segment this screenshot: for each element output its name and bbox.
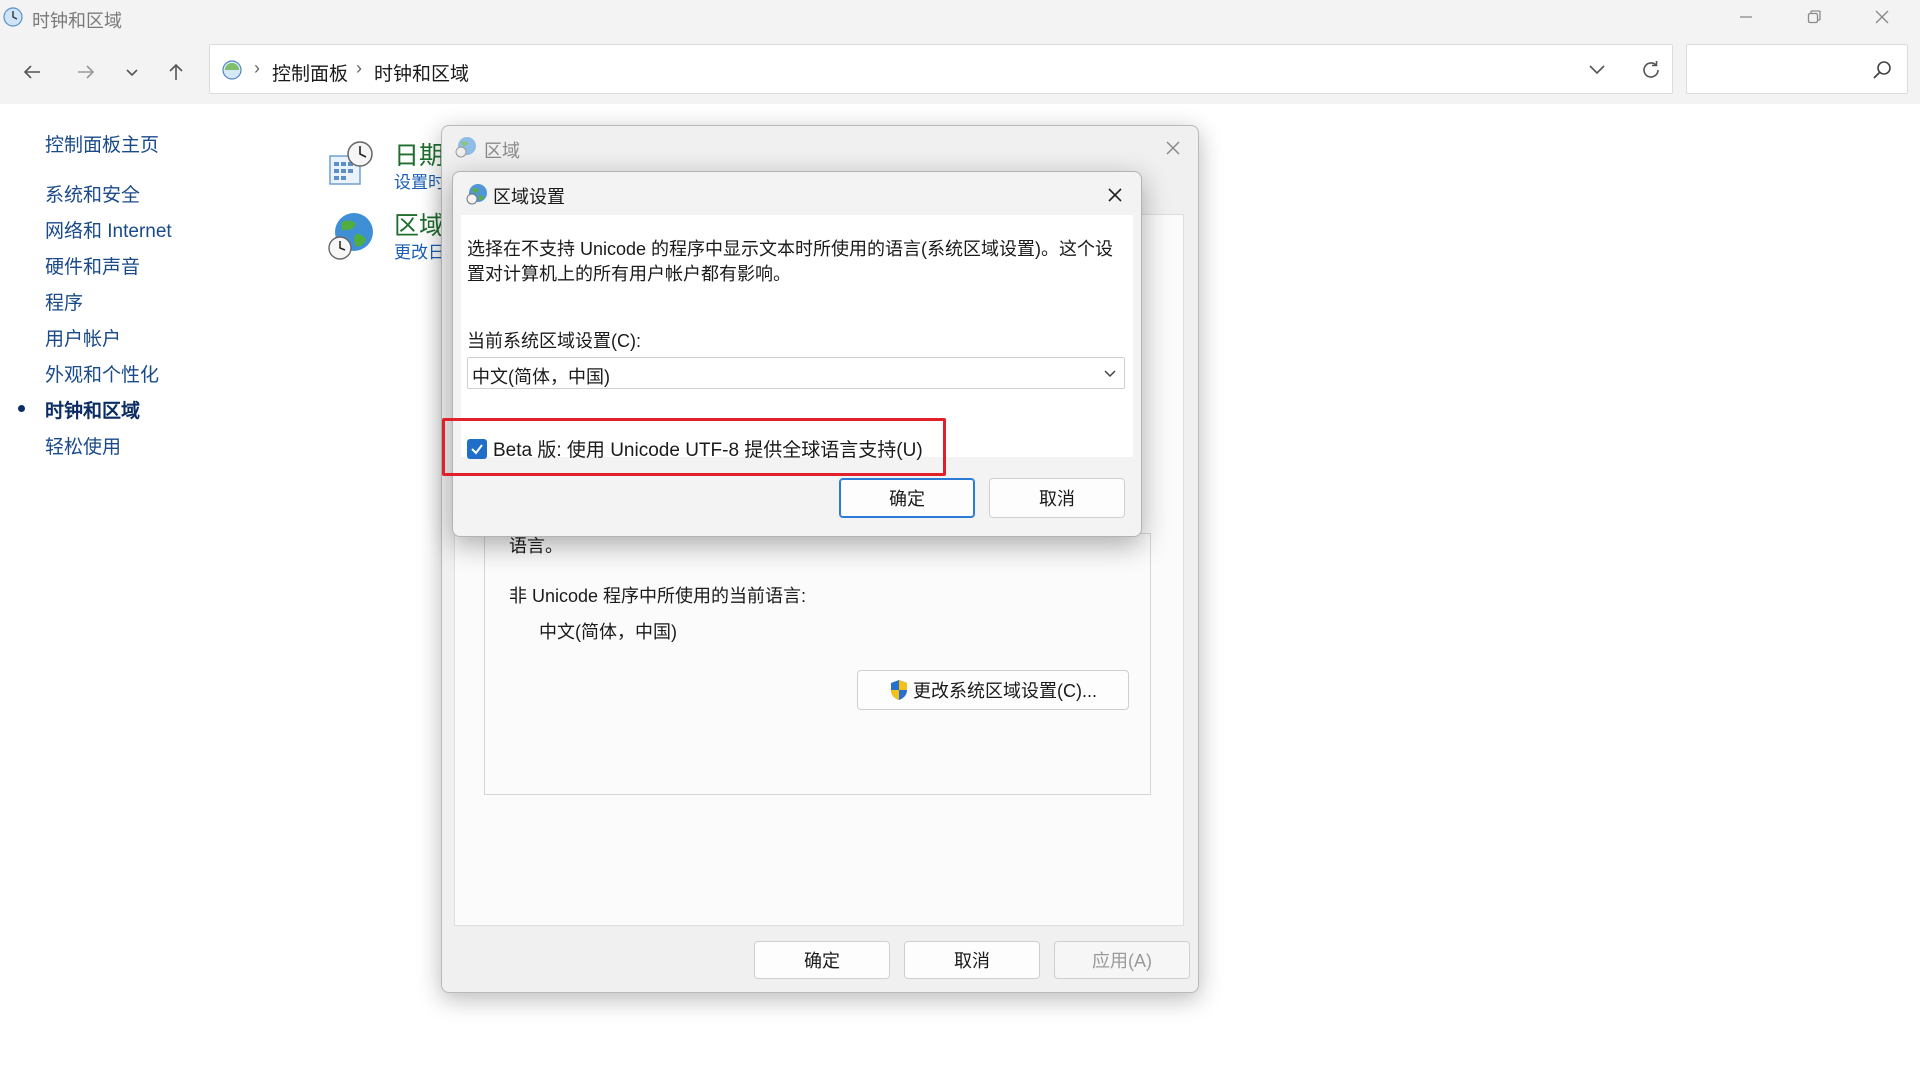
sidebar-item-network-internet[interactable]: 网络和 Internet (45, 216, 172, 243)
up-button[interactable] (160, 56, 192, 88)
control-panel-icon (222, 60, 242, 80)
non-unicode-label: 非 Unicode 程序中所使用的当前语言: (509, 586, 807, 606)
chevron-down-icon (126, 69, 138, 77)
sidebar-item-clock-region[interactable]: 时钟和区域 (45, 396, 140, 423)
dialog-title: 区域 (484, 141, 520, 161)
sidebar-item-ease-of-access[interactable]: 轻松使用 (45, 432, 121, 459)
globe-clock-icon (328, 213, 373, 260)
title-bar: 时钟和区域 (0, 0, 1920, 34)
annotation-highlight-box (442, 418, 946, 476)
breadcrumb-clock-region[interactable]: 时钟和区域 (374, 59, 469, 86)
non-unicode-group: 语言。 非 Unicode 程序中所使用的当前语言: 中文(简体，中国) 更改系… (484, 533, 1151, 795)
calendar-clock-icon (329, 141, 373, 185)
navigation-bar: › 控制面板 › 时钟和区域 (0, 34, 1920, 104)
chevron-down-icon (1589, 65, 1605, 75)
address-bar[interactable]: › 控制面板 › 时钟和区域 (209, 44, 1673, 94)
close-button[interactable] (1160, 135, 1186, 161)
sidebar-item-hardware-sound[interactable]: 硬件和声音 (45, 252, 140, 279)
restore-icon (1807, 10, 1821, 24)
clock-globe-icon (3, 7, 23, 27)
change-locale-label: 更改系统区域设置(C)... (913, 681, 1097, 701)
breadcrumb-control-panel[interactable]: 控制面板 (272, 59, 348, 86)
selected-locale: 中文(简体，中国) (472, 367, 610, 387)
cancel-button[interactable]: 取消 (904, 941, 1040, 979)
refresh-icon (1643, 61, 1659, 78)
sidebar-item-programs[interactable]: 程序 (45, 288, 83, 315)
search-icon (1873, 61, 1891, 79)
close-icon (1875, 10, 1889, 24)
non-unicode-value: 中文(简体，中国) (539, 622, 677, 642)
ok-button[interactable]: 确定 (754, 941, 890, 979)
globe-icon (455, 137, 476, 158)
refresh-button[interactable] (1636, 57, 1666, 83)
category-title[interactable]: 日期 (394, 136, 444, 172)
recent-locations-button[interactable] (116, 56, 148, 88)
uac-shield-icon (891, 680, 907, 700)
breadcrumb-separator: › (254, 58, 260, 78)
chevron-down-icon (1102, 365, 1118, 381)
arrow-up-icon (169, 63, 183, 80)
window-title: 时钟和区域 (32, 11, 122, 31)
ok-button[interactable]: 确定 (839, 478, 975, 518)
control-panel-home-link[interactable]: 控制面板主页 (45, 130, 159, 157)
close-icon (1166, 141, 1180, 155)
close-icon (1108, 188, 1122, 202)
category-link[interactable]: 更改日 (394, 238, 445, 263)
sidebar-item-appearance[interactable]: 外观和个性化 (45, 360, 159, 387)
breadcrumb-separator: › (356, 58, 362, 78)
change-system-locale-button[interactable]: 更改系统区域设置(C)... (857, 670, 1129, 710)
apply-button[interactable]: 应用(A) (1054, 941, 1190, 979)
dialog-title: 区域设置 (493, 187, 565, 207)
minimize-icon (1740, 16, 1752, 18)
arrow-right-icon (78, 65, 95, 79)
cancel-button[interactable]: 取消 (989, 478, 1125, 518)
address-history-button[interactable] (1582, 58, 1612, 82)
region-settings-dialog: 区域设置 选择在不支持 Unicode 的程序中显示文本时所使用的语言(系统区域… (452, 171, 1142, 537)
system-locale-dropdown[interactable]: 中文(简体，中国) (467, 357, 1125, 389)
active-item-bullet (18, 405, 25, 412)
search-input[interactable] (1686, 44, 1908, 94)
globe-icon (466, 184, 487, 205)
category-link[interactable]: 设置时 (394, 168, 445, 193)
locale-description: 选择在不支持 Unicode 的程序中显示文本时所使用的语言(系统区域设置)。这… (467, 239, 1114, 284)
restore-button[interactable] (1780, 0, 1848, 34)
sidebar-item-system-security[interactable]: 系统和安全 (45, 180, 140, 207)
back-button[interactable] (16, 56, 48, 88)
category-title[interactable]: 区域 (394, 206, 444, 242)
sidebar-item-user-accounts[interactable]: 用户帐户 (45, 324, 121, 351)
current-locale-label: 当前系统区域设置(C): (467, 331, 641, 351)
close-button[interactable] (1101, 181, 1129, 209)
minimize-button[interactable] (1712, 0, 1780, 34)
close-button[interactable] (1848, 0, 1916, 34)
arrow-left-icon (23, 65, 40, 79)
left-navigation-pane: 控制面板主页 系统和安全 网络和 Internet 硬件和声音 程序 用户帐户 … (0, 104, 320, 1080)
forward-button[interactable] (70, 56, 102, 88)
